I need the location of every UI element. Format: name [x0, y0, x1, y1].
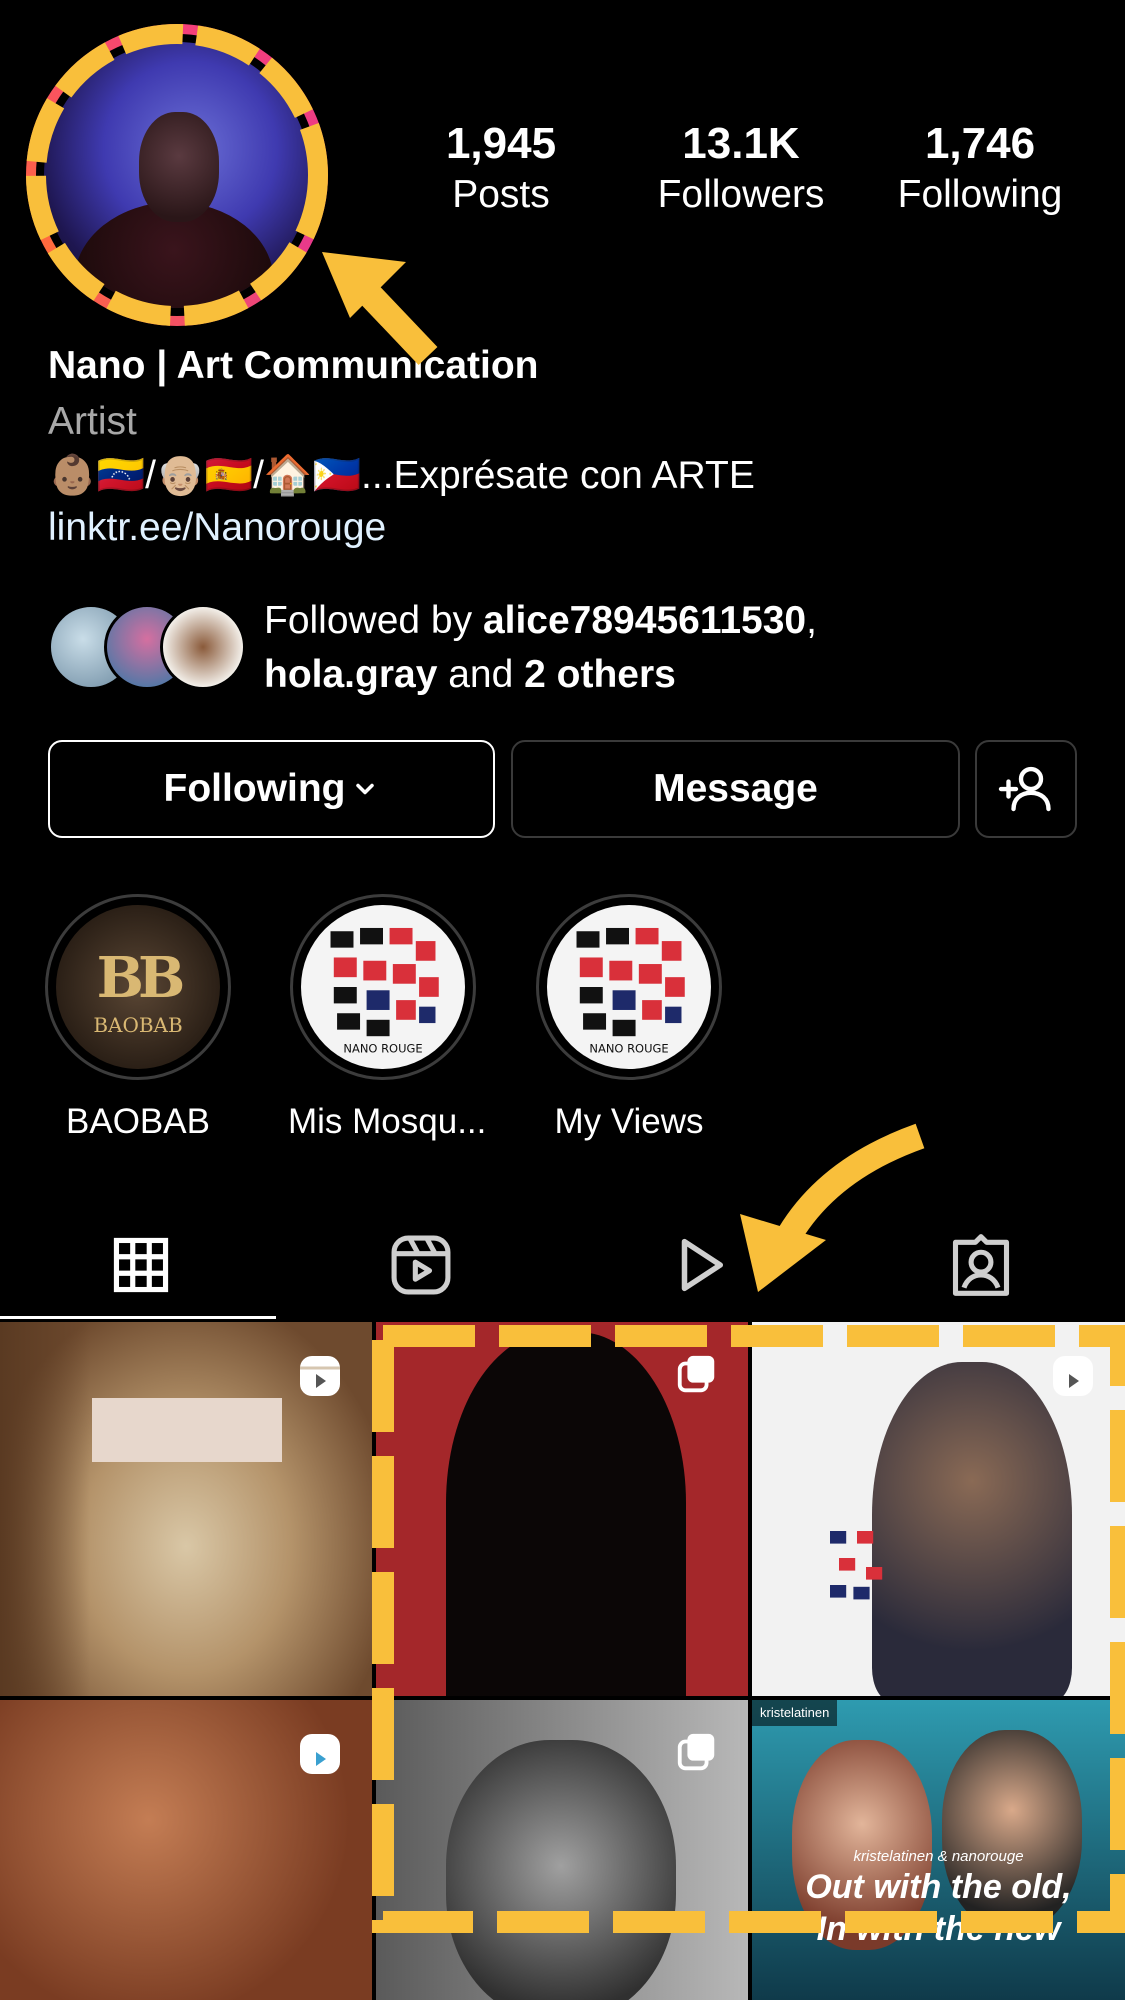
followed-by-text[interactable]: Followed by alice78945611530, hola.gray … [264, 594, 817, 702]
followers-label: Followers [657, 173, 825, 216]
highlight-label: My Views [554, 1102, 704, 1141]
repost-username: kristelatinen [752, 1700, 838, 1726]
post-title-text: Out with the old, [805, 1868, 1072, 1906]
message-button-label: Message [653, 767, 818, 810]
tagged-person-icon [952, 1234, 1009, 1296]
profile-avatar[interactable] [26, 24, 328, 326]
post-thumbnail[interactable] [376, 1322, 748, 1696]
svg-text:NANO ROUGE: NANO ROUGE [343, 1042, 422, 1056]
following-stat[interactable]: 1,746 Following [880, 118, 1080, 220]
highlight-label: BAOBAB [66, 1102, 210, 1141]
followed-by-user-2: hola.gray [264, 653, 438, 696]
followers-count: 13.1K [682, 119, 800, 168]
arrow-annotation-avatar [322, 252, 438, 365]
reel-badge-icon [300, 1356, 340, 1396]
post-thumbnail[interactable] [0, 1700, 372, 2000]
mutual-followers-avatars[interactable] [48, 604, 248, 690]
baobab-logo-text: BAOBAB [93, 1013, 183, 1037]
posts-count: 1,945 [445, 119, 557, 168]
tab-tagged[interactable] [840, 1215, 1121, 1315]
highlight-cover: NANO ROUGE [290, 894, 476, 1080]
tab-reels[interactable] [280, 1215, 561, 1315]
posts-grid: kristelatinen kristelatinen & nanorouge … [0, 1322, 1125, 2000]
following-label: Following [897, 173, 1063, 216]
profile-name: Nano | Art Communication [48, 344, 539, 387]
chevron-down-icon [356, 783, 375, 795]
following-button-label: Following [163, 767, 346, 810]
active-tab-indicator [0, 1316, 276, 1319]
reel-badge-icon [300, 1734, 340, 1774]
followed-by-prefix: Followed by [264, 599, 483, 642]
posts-stat[interactable]: 1,945 Posts [401, 118, 601, 220]
highlight-mis-mosqu[interactable]: NANO ROUGE Mis Mosqu... [288, 894, 487, 1142]
profile-category: Artist [48, 400, 137, 443]
nano-rouge-logo: NANO ROUGE [330, 927, 439, 1056]
baobab-logo-mark: BB [96, 945, 186, 1011]
nano-rouge-logo [830, 1531, 883, 1600]
nano-rouge-logo: NANO ROUGE [576, 927, 685, 1056]
carousel-icon [677, 1355, 715, 1393]
grid-icon [113, 1237, 168, 1293]
add-person-icon [998, 766, 1051, 812]
message-button[interactable]: Message [511, 740, 960, 838]
profile-bio: 👶🏽🇻🇪/👴🏼🇪🇸/🏠🇵🇭...Exprésate con ARTE [48, 454, 755, 497]
highlight-my-views[interactable]: NANO ROUGE My Views [534, 894, 724, 1142]
svg-text:NANO ROUGE: NANO ROUGE [589, 1042, 668, 1056]
play-icon [681, 1238, 723, 1292]
add-user-button[interactable] [975, 740, 1077, 838]
post-thumbnail[interactable] [376, 1700, 748, 2000]
followers-stat[interactable]: 13.1K Followers [641, 118, 841, 220]
followed-by-comma: , [806, 599, 817, 642]
profile-tabs [0, 1215, 1125, 1315]
post-thumbnail[interactable] [752, 1322, 1125, 1696]
post-thumbnail[interactable]: kristelatinen kristelatinen & nanorouge … [752, 1700, 1125, 2000]
following-count: 1,746 [924, 119, 1036, 168]
avatar [160, 604, 246, 690]
highlight-cover: NANO ROUGE [536, 894, 722, 1080]
following-button[interactable]: Following [48, 740, 495, 838]
reels-icon [391, 1235, 450, 1295]
highlight-label: Mis Mosqu... [288, 1102, 487, 1141]
posts-label: Posts [452, 173, 550, 216]
profile-photo [44, 42, 310, 308]
followed-by-others: 2 others [524, 653, 676, 696]
tab-posts-grid[interactable] [0, 1215, 281, 1315]
post-thumbnail[interactable] [0, 1322, 372, 1696]
profile-link[interactable]: linktr.ee/Nanorouge [48, 506, 386, 550]
post-title-text-2: In with the new [816, 1910, 1061, 1948]
reel-badge-icon [1053, 1356, 1093, 1396]
followed-by-and: and [437, 653, 525, 696]
highlight-baobab[interactable]: BB BAOBAB BAOBAB [43, 894, 233, 1142]
followed-by-user-1: alice78945611530 [482, 599, 807, 642]
carousel-icon [677, 1733, 715, 1771]
tab-videos[interactable] [560, 1215, 841, 1315]
post-script-text: kristelatinen & nanorouge [853, 1848, 1024, 1865]
highlight-cover: BB BAOBAB [45, 894, 231, 1080]
